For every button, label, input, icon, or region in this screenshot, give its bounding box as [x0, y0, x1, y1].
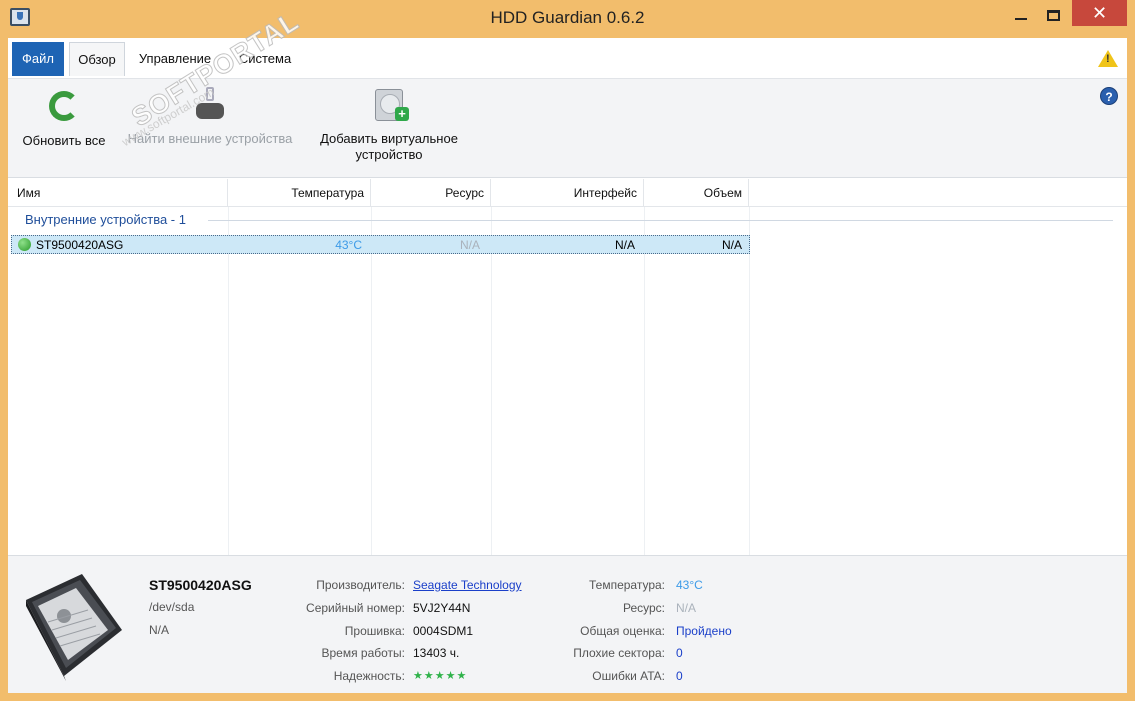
column-divider	[491, 207, 492, 555]
ata-errors-label: Ошибки ATA:	[592, 669, 665, 683]
maximize-icon	[1046, 9, 1060, 21]
bad-sectors-value: 0	[676, 646, 683, 660]
menu-manage[interactable]: Управление	[132, 42, 218, 76]
manufacturer-link[interactable]: Seagate Technology	[413, 578, 522, 592]
firmware-label: Прошивка:	[344, 624, 405, 638]
binoculars-usb-icon	[192, 87, 228, 123]
status-ok-icon	[18, 238, 31, 251]
device-name-cell: ST9500420ASG	[36, 238, 124, 252]
device-details-panel: ST9500420ASG /dev/sda N/A Производитель:…	[8, 555, 1127, 693]
serial-value: 5VJ2Y44N	[413, 601, 471, 615]
add-disk-icon: +	[371, 87, 409, 123]
device-resource-cell: N/A	[459, 238, 480, 252]
close-button[interactable]: ✕	[1072, 0, 1127, 26]
toolbar-ribbon: Обновить все Найти внешние устройства + …	[8, 78, 1127, 178]
column-header-resource[interactable]: Ресурс	[371, 179, 491, 207]
group-header-internal[interactable]: Внутренние устройства - 1	[8, 209, 1127, 231]
ata-errors-value: 0	[676, 669, 683, 683]
devices-grid: Имя Температура Ресурс Интерфейс Объем В…	[8, 179, 1127, 555]
column-divider	[371, 207, 372, 555]
menu-file[interactable]: Файл	[12, 42, 64, 76]
group-divider	[208, 220, 1113, 221]
temperature-value: 43°C	[676, 578, 703, 592]
group-label: Внутренние устройства - 1	[25, 212, 194, 227]
uptime-value: 13403 ч.	[413, 646, 460, 660]
temperature-label: Температура:	[588, 578, 665, 592]
refresh-icon	[49, 91, 79, 121]
client-area: Файл Обзор Управление Система Обновить в…	[8, 38, 1127, 693]
resource-label: Ресурс:	[622, 601, 665, 615]
column-divider	[228, 207, 229, 555]
help-icon[interactable]: ?	[1100, 87, 1118, 105]
device-interface-cell: N/A	[614, 238, 635, 252]
column-header-volume[interactable]: Объем	[644, 179, 749, 207]
column-divider	[644, 207, 645, 555]
serial-label: Серийный номер:	[306, 601, 405, 615]
device-path: /dev/sda	[149, 600, 195, 614]
overall-rating-label: Общая оценка:	[580, 624, 665, 638]
uptime-label: Время работы:	[321, 646, 405, 660]
app-window: HDD Guardian 0.6.2 ✕ Файл Обзор Управлен…	[0, 0, 1135, 701]
column-header-temperature[interactable]: Температура	[228, 179, 371, 207]
menu-overview[interactable]: Обзор	[69, 42, 125, 76]
maximize-button[interactable]	[1037, 0, 1069, 30]
title-bar[interactable]: HDD Guardian 0.6.2 ✕	[0, 0, 1135, 38]
close-icon: ✕	[1091, 2, 1108, 23]
bad-sectors-label: Плохие сектора:	[573, 646, 665, 660]
minimize-icon	[1015, 18, 1027, 20]
minimize-button[interactable]	[1005, 0, 1037, 30]
resource-value: N/A	[676, 601, 697, 615]
find-external-label: Найти внешние устройства	[127, 131, 293, 146]
refresh-all-button[interactable]: Обновить все	[14, 87, 114, 148]
reliability-label: Надежность:	[333, 669, 405, 683]
firmware-value: 0004SDM1	[413, 624, 474, 638]
menu-system[interactable]: Система	[230, 42, 300, 76]
device-volume-cell: N/A	[721, 238, 742, 252]
add-virtual-device-button[interactable]: + Добавить виртуальное устройство	[304, 87, 474, 163]
menu-bar: Файл Обзор Управление Система	[8, 38, 1127, 78]
device-model: ST9500420ASG	[149, 577, 252, 593]
refresh-all-label: Обновить все	[22, 133, 106, 148]
add-virtual-label-line1: Добавить виртуальное	[320, 131, 458, 146]
add-virtual-label-line2: устройство	[355, 147, 423, 162]
find-external-devices-button[interactable]: Найти внешние устройства	[120, 87, 300, 146]
hard-drive-image	[26, 574, 122, 681]
column-header-interface[interactable]: Интерфейс	[491, 179, 644, 207]
column-header-name[interactable]: Имя	[8, 179, 228, 207]
reliability-stars-icon: ★★★★★	[413, 670, 468, 682]
grid-header: Имя Температура Ресурс Интерфейс Объем	[8, 179, 1127, 207]
column-divider	[749, 207, 750, 555]
device-temperature-cell: 43°C	[335, 238, 362, 252]
manufacturer-label: Производитель:	[316, 578, 405, 592]
device-extra: N/A	[149, 623, 170, 637]
window-title: HDD Guardian 0.6.2	[490, 8, 645, 27]
table-row[interactable]: ST9500420ASG 43°C N/A N/A N/A	[11, 235, 750, 254]
overall-rating-value: Пройдено	[676, 624, 732, 638]
warning-icon[interactable]	[1098, 50, 1118, 67]
